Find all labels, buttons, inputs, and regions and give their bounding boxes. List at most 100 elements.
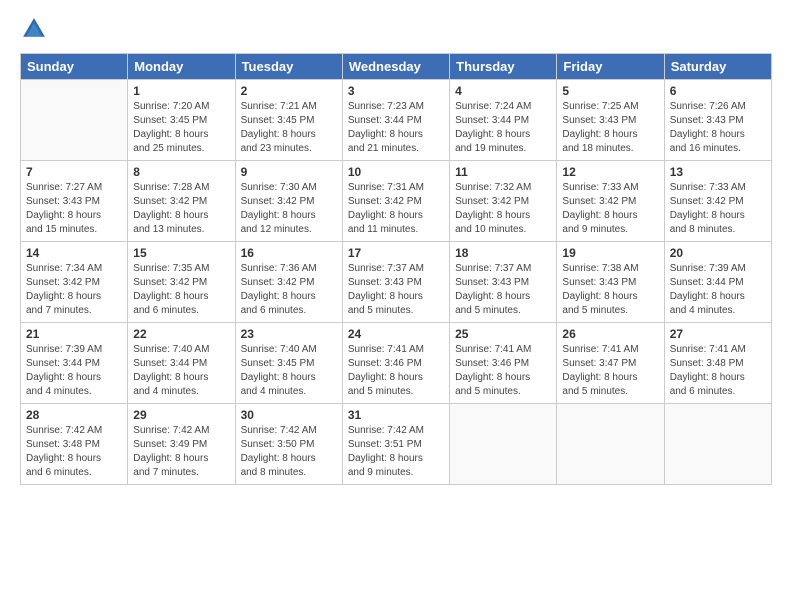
day-cell: 17 Sunrise: 7:37 AMSunset: 3:43 PMDayligh…	[342, 242, 449, 323]
day-info: Sunrise: 7:40 AMSunset: 3:45 PMDaylight:…	[241, 343, 337, 399]
day-cell: 15 Sunrise: 7:35 AMSunset: 3:42 PMDayligh…	[128, 242, 235, 323]
day-number: 4	[455, 84, 551, 98]
day-cell: 23 Sunrise: 7:40 AMSunset: 3:45 PMDayligh…	[235, 323, 342, 404]
week-row-4: 21 Sunrise: 7:39 AMSunset: 3:44 PMDayligh…	[21, 323, 772, 404]
day-cell: 4 Sunrise: 7:24 AMSunset: 3:44 PMDaylight…	[450, 80, 557, 161]
day-info: Sunrise: 7:34 AMSunset: 3:42 PMDaylight:…	[26, 262, 122, 318]
day-number: 17	[348, 246, 444, 260]
day-number: 3	[348, 84, 444, 98]
day-info: Sunrise: 7:26 AMSunset: 3:43 PMDaylight:…	[670, 100, 766, 156]
logo-icon	[20, 15, 48, 43]
day-number: 15	[133, 246, 229, 260]
week-row-1: 1Sunrise: 7:20 AMSunset: 3:45 PMDaylight…	[21, 80, 772, 161]
day-cell: 25Sunrise: 7:41 AMSunset: 3:46 PMDayligh…	[450, 323, 557, 404]
week-row-3: 14 Sunrise: 7:34 AMSunset: 3:42 PMDayligh…	[21, 242, 772, 323]
weekday-header-monday: Monday	[128, 54, 235, 80]
day-info: Sunrise: 7:41 AMSunset: 3:47 PMDaylight:…	[562, 343, 658, 399]
weekday-header-sunday: Sunday	[21, 54, 128, 80]
day-cell	[21, 80, 128, 161]
day-number: 8	[133, 165, 229, 179]
day-info: Sunrise: 7:33 AMSunset: 3:42 PMDaylight:…	[562, 181, 658, 237]
day-number: 22	[133, 327, 229, 341]
week-row-5: 28 Sunrise: 7:42 AMSunset: 3:48 PMDayligh…	[21, 404, 772, 485]
day-info: Sunrise: 7:23 AMSunset: 3:44 PMDaylight:…	[348, 100, 444, 156]
day-number: 23	[241, 327, 337, 341]
day-number: 5	[562, 84, 658, 98]
day-number: 28	[26, 408, 122, 422]
day-info: Sunrise: 7:41 AMSunset: 3:46 PMDaylight:…	[455, 343, 551, 399]
day-cell: 9 Sunrise: 7:30 AMSunset: 3:42 PMDaylight…	[235, 161, 342, 242]
day-cell: 22 Sunrise: 7:40 AMSunset: 3:44 PMDayligh…	[128, 323, 235, 404]
weekday-header-wednesday: Wednesday	[342, 54, 449, 80]
day-number: 6	[670, 84, 766, 98]
day-info: Sunrise: 7:28 AMSunset: 3:42 PMDaylight:…	[133, 181, 229, 237]
day-cell: 2 Sunrise: 7:21 AMSunset: 3:45 PMDaylight…	[235, 80, 342, 161]
day-cell: 7Sunrise: 7:27 AMSunset: 3:43 PMDaylight…	[21, 161, 128, 242]
day-info: Sunrise: 7:41 AMSunset: 3:48 PMDaylight:…	[670, 343, 766, 399]
day-info: Sunrise: 7:25 AMSunset: 3:43 PMDaylight:…	[562, 100, 658, 156]
day-number: 12	[562, 165, 658, 179]
day-info: Sunrise: 7:39 AMSunset: 3:44 PMDaylight:…	[26, 343, 122, 399]
day-number: 13	[670, 165, 766, 179]
day-cell: 8 Sunrise: 7:28 AMSunset: 3:42 PMDaylight…	[128, 161, 235, 242]
day-info: Sunrise: 7:36 AMSunset: 3:42 PMDaylight:…	[241, 262, 337, 318]
calendar-table: SundayMondayTuesdayWednesdayThursdayFrid…	[20, 53, 772, 485]
day-cell: 27Sunrise: 7:41 AMSunset: 3:48 PMDayligh…	[664, 323, 771, 404]
day-cell: 30Sunrise: 7:42 AMSunset: 3:50 PMDayligh…	[235, 404, 342, 485]
day-cell: 28 Sunrise: 7:42 AMSunset: 3:48 PMDayligh…	[21, 404, 128, 485]
day-info: Sunrise: 7:24 AMSunset: 3:44 PMDaylight:…	[455, 100, 551, 156]
day-number: 14	[26, 246, 122, 260]
day-cell: 13 Sunrise: 7:33 AMSunset: 3:42 PMDayligh…	[664, 161, 771, 242]
day-cell: 5 Sunrise: 7:25 AMSunset: 3:43 PMDaylight…	[557, 80, 664, 161]
day-info: Sunrise: 7:30 AMSunset: 3:42 PMDaylight:…	[241, 181, 337, 237]
day-number: 9	[241, 165, 337, 179]
day-info: Sunrise: 7:35 AMSunset: 3:42 PMDaylight:…	[133, 262, 229, 318]
day-cell: 31Sunrise: 7:42 AMSunset: 3:51 PMDayligh…	[342, 404, 449, 485]
weekday-header-friday: Friday	[557, 54, 664, 80]
day-info: Sunrise: 7:40 AMSunset: 3:44 PMDaylight:…	[133, 343, 229, 399]
weekday-header-row: SundayMondayTuesdayWednesdayThursdayFrid…	[21, 54, 772, 80]
day-info: Sunrise: 7:32 AMSunset: 3:42 PMDaylight:…	[455, 181, 551, 237]
day-info: Sunrise: 7:39 AMSunset: 3:44 PMDaylight:…	[670, 262, 766, 318]
day-cell: 18 Sunrise: 7:37 AMSunset: 3:43 PMDayligh…	[450, 242, 557, 323]
week-row-2: 7Sunrise: 7:27 AMSunset: 3:43 PMDaylight…	[21, 161, 772, 242]
day-number: 16	[241, 246, 337, 260]
day-number: 1	[133, 84, 229, 98]
day-number: 29	[133, 408, 229, 422]
day-number: 30	[241, 408, 337, 422]
day-cell: 21 Sunrise: 7:39 AMSunset: 3:44 PMDayligh…	[21, 323, 128, 404]
day-cell: 16 Sunrise: 7:36 AMSunset: 3:42 PMDayligh…	[235, 242, 342, 323]
day-cell: 14 Sunrise: 7:34 AMSunset: 3:42 PMDayligh…	[21, 242, 128, 323]
day-number: 31	[348, 408, 444, 422]
logo	[20, 15, 52, 43]
weekday-header-tuesday: Tuesday	[235, 54, 342, 80]
weekday-header-thursday: Thursday	[450, 54, 557, 80]
day-number: 20	[670, 246, 766, 260]
day-number: 18	[455, 246, 551, 260]
day-number: 2	[241, 84, 337, 98]
day-cell: 10 Sunrise: 7:31 AMSunset: 3:42 PMDayligh…	[342, 161, 449, 242]
day-info: Sunrise: 7:31 AMSunset: 3:42 PMDaylight:…	[348, 181, 444, 237]
day-cell: 19Sunrise: 7:38 AMSunset: 3:43 PMDayligh…	[557, 242, 664, 323]
day-cell	[664, 404, 771, 485]
day-cell: 12 Sunrise: 7:33 AMSunset: 3:42 PMDayligh…	[557, 161, 664, 242]
day-cell: 24Sunrise: 7:41 AMSunset: 3:46 PMDayligh…	[342, 323, 449, 404]
day-info: Sunrise: 7:37 AMSunset: 3:43 PMDaylight:…	[348, 262, 444, 318]
day-info: Sunrise: 7:27 AMSunset: 3:43 PMDaylight:…	[26, 181, 122, 237]
day-info: Sunrise: 7:37 AMSunset: 3:43 PMDaylight:…	[455, 262, 551, 318]
header	[20, 15, 772, 43]
day-cell: 6 Sunrise: 7:26 AMSunset: 3:43 PMDaylight…	[664, 80, 771, 161]
day-cell: 11Sunrise: 7:32 AMSunset: 3:42 PMDayligh…	[450, 161, 557, 242]
day-cell: 26Sunrise: 7:41 AMSunset: 3:47 PMDayligh…	[557, 323, 664, 404]
page: SundayMondayTuesdayWednesdayThursdayFrid…	[0, 0, 792, 612]
day-cell	[450, 404, 557, 485]
day-info: Sunrise: 7:42 AMSunset: 3:49 PMDaylight:…	[133, 424, 229, 480]
day-number: 21	[26, 327, 122, 341]
day-number: 10	[348, 165, 444, 179]
day-cell	[557, 404, 664, 485]
day-cell: 20 Sunrise: 7:39 AMSunset: 3:44 PMDayligh…	[664, 242, 771, 323]
day-number: 24	[348, 327, 444, 341]
day-info: Sunrise: 7:33 AMSunset: 3:42 PMDaylight:…	[670, 181, 766, 237]
day-info: Sunrise: 7:42 AMSunset: 3:48 PMDaylight:…	[26, 424, 122, 480]
day-info: Sunrise: 7:21 AMSunset: 3:45 PMDaylight:…	[241, 100, 337, 156]
